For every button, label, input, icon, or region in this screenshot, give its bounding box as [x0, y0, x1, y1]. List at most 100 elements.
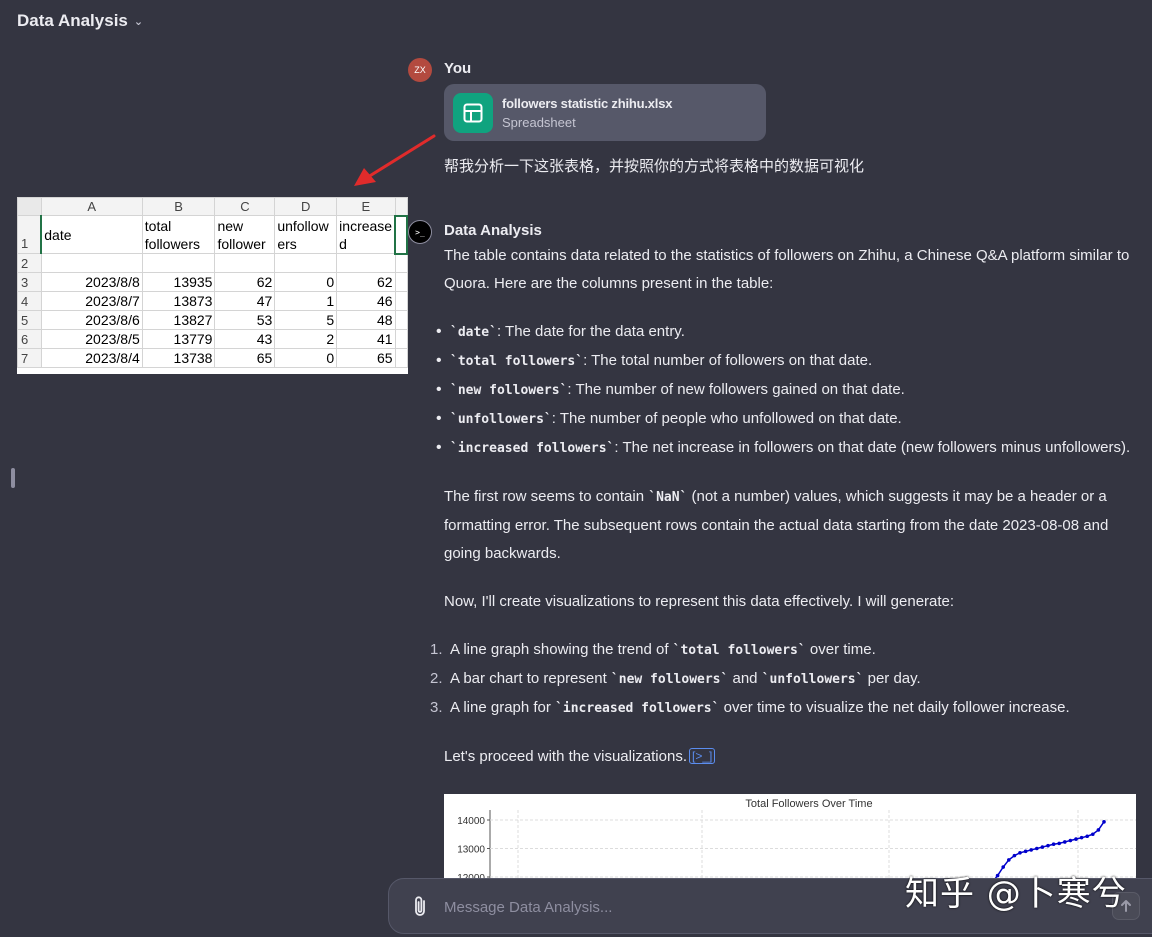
- y-tick-label: 14000: [457, 816, 485, 827]
- view-code-icon[interactable]: [>_]: [689, 748, 716, 764]
- sheet-cell: 65: [336, 348, 396, 368]
- sheet-row-number: 4: [17, 291, 42, 311]
- data-point: [1012, 853, 1017, 858]
- sheet-cell: 13779: [141, 329, 216, 349]
- list-item: 3. A line graph for `increased followers`…: [430, 699, 1070, 716]
- plan-list: 1. A line graph showing the trend of `tot…: [430, 636, 1139, 723]
- intro-paragraph: The table contains data related to the s…: [444, 247, 1130, 292]
- nan-paragraph: The first row seems to contain `NaN` (no…: [444, 488, 1109, 562]
- sheet-row-number: 7: [17, 348, 42, 368]
- list-item: 1. A line graph showing the trend of `tot…: [430, 641, 876, 658]
- zhihu-watermark: 知乎 @卜寒兮: [905, 874, 1127, 914]
- inline-code: `increased followers`: [450, 441, 615, 456]
- chevron-down-icon: ⌄: [133, 15, 144, 28]
- sheet-data-row: 3 2023/8/8 13935 62 0 62: [17, 272, 408, 292]
- inline-code: `NaN`: [648, 490, 688, 505]
- list-item: `unfollowers`: The number of people who …: [436, 405, 1139, 434]
- list-item-text: : The net increase in followers on that …: [614, 439, 1131, 456]
- inline-code: `date`: [450, 325, 497, 340]
- data-point: [1057, 841, 1061, 846]
- sheet-row-number: 3: [17, 272, 42, 292]
- user-avatar: ZX: [408, 58, 432, 82]
- data-point: [1007, 858, 1011, 862]
- list-item: `new followers`: The number of new follo…: [436, 376, 1139, 405]
- sidebar-toggle-handle[interactable]: [11, 468, 15, 488]
- assistant-response: The table contains data related to the s…: [430, 242, 1139, 771]
- data-point: [1051, 842, 1056, 847]
- data-point: [1046, 843, 1050, 848]
- data-point: [1040, 845, 1045, 849]
- list-item: `increased followers`: The net increase …: [436, 434, 1139, 463]
- y-tick-label: 13000: [457, 845, 485, 856]
- proceed-paragraph: Let's proceed with the visualizations. [>…: [444, 743, 1139, 771]
- sheet-corner: [17, 197, 42, 216]
- sheet-header-cell: date: [40, 215, 143, 254]
- sheet-cell: 53: [214, 310, 276, 330]
- sheet-header-cell: increase d: [336, 215, 396, 254]
- sheet-cell: 5: [274, 310, 338, 330]
- inline-code: `total followers`: [450, 354, 584, 369]
- sheet-header-cell: new follower: [214, 215, 276, 254]
- sheet-data-row: 6 2023/8/5 13779 43 2 41: [17, 329, 408, 349]
- data-point: [1029, 848, 1033, 852]
- data-point: [1091, 832, 1095, 837]
- chart-title: Total Followers Over Time: [745, 798, 872, 810]
- sheet-cell: 2023/8/7: [40, 291, 143, 311]
- red-arrow-annotation: [354, 134, 436, 186]
- sheet-row-number: 6: [17, 329, 42, 349]
- plan-intro: Now, I'll create visualizations to repre…: [444, 593, 955, 610]
- sheet-cell: 1: [274, 291, 338, 311]
- sheet-col-header: C: [214, 197, 276, 216]
- columns-list: `date`: The date for the data entry. `to…: [436, 318, 1139, 463]
- data-point: [1068, 838, 1073, 843]
- sheet-col-header: D: [274, 197, 338, 216]
- inline-code: `total followers`: [672, 643, 806, 658]
- sheet-data-row: 7 2023/8/4 13738 65 0 65: [17, 348, 408, 368]
- inline-code: `increased followers`: [555, 701, 720, 716]
- data-point: [1023, 849, 1028, 854]
- sheet-cell: 0: [274, 272, 338, 292]
- sheet-cell: 13873: [141, 291, 216, 311]
- sheet-header-cell: total followers: [141, 215, 216, 254]
- sheet-cell: 47: [214, 291, 276, 311]
- sheet-cell: 48: [336, 310, 396, 330]
- paperclip-icon[interactable]: [411, 895, 431, 919]
- sheet-cell: 2023/8/6: [40, 310, 143, 330]
- sheet-cell: 13935: [141, 272, 216, 292]
- sheet-cell: 13827: [141, 310, 216, 330]
- sheet-cell: 46: [336, 291, 396, 311]
- data-point: [1079, 835, 1084, 840]
- list-item: `total followers`: The total number of f…: [436, 347, 1139, 376]
- sheet-col-header: A: [40, 197, 143, 216]
- sheet-cell: 0: [274, 348, 338, 368]
- sheet-cell: 2: [274, 329, 338, 349]
- sheet-header-cell: unfollow ers: [274, 215, 338, 254]
- message-input[interactable]: [444, 895, 964, 919]
- data-point: [1035, 846, 1039, 851]
- gpt-title-dropdown[interactable]: Data Analysis ⌄: [17, 11, 143, 31]
- list-item: `date`: The date for the data entry.: [436, 318, 1139, 347]
- sheet-cell: 62: [336, 272, 396, 292]
- assistant-author-name: Data Analysis: [444, 222, 542, 239]
- data-point: [1018, 850, 1022, 855]
- spreadsheet-icon: [453, 92, 493, 133]
- list-item-text: : The number of new followers gained on …: [567, 381, 905, 398]
- sheet-data-row: 5 2023/8/6 13827 53 5 48: [17, 310, 408, 330]
- sheet-cell: 2023/8/8: [40, 272, 143, 292]
- sheet-row-number: 2: [17, 253, 42, 273]
- user-author-name: You: [444, 60, 472, 77]
- inline-code: `unfollowers`: [450, 412, 552, 427]
- sheet-row-number: 1: [17, 215, 42, 254]
- sheet-cell: 43: [214, 329, 276, 349]
- sheet-cell: 13738: [141, 348, 216, 368]
- sheet-row-number: 5: [17, 310, 42, 330]
- sheet-cell: 62: [214, 272, 276, 292]
- attached-file-card[interactable]: followers statistic zhihu.xlsx Spreadshe…: [444, 84, 766, 141]
- list-item-text: : The date for the data entry.: [496, 323, 685, 340]
- sheet-col-header: B: [141, 197, 216, 216]
- inline-code: `unfollowers`: [761, 672, 864, 687]
- data-point: [1096, 828, 1101, 832]
- sheet-data-row: 4 2023/8/7 13873 47 1 46: [17, 291, 408, 311]
- user-message-text: 帮我分析一下这张表格，并按照你的方式将表格中的数据可视化: [444, 158, 865, 175]
- data-point: [1074, 837, 1078, 841]
